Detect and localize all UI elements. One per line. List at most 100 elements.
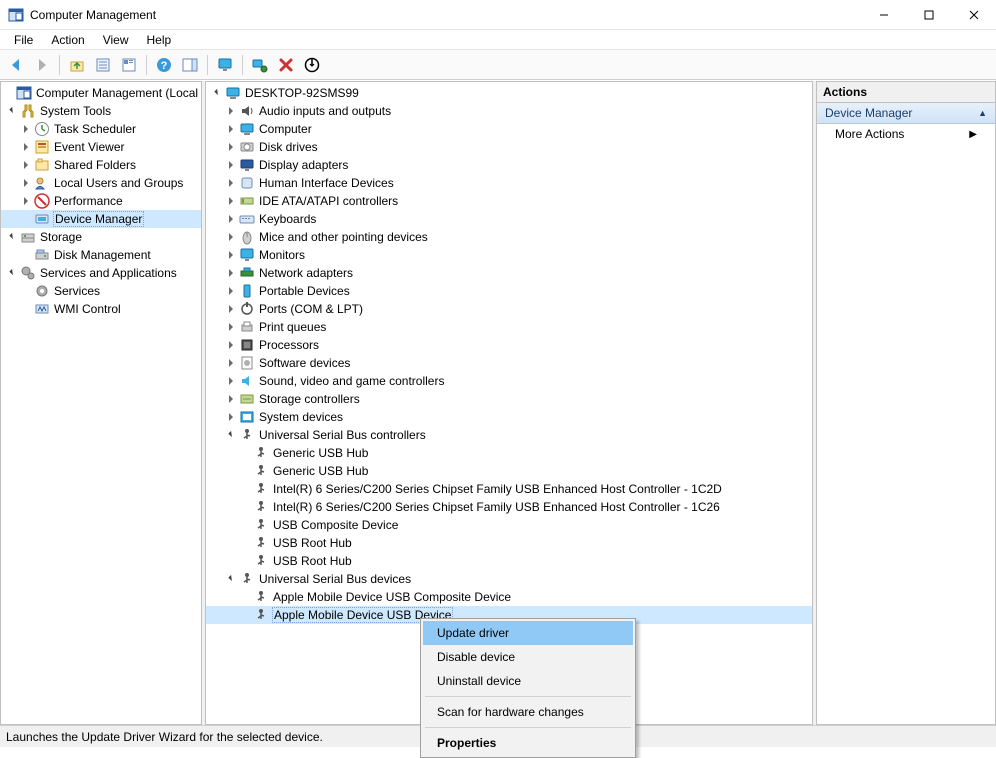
expander-icon[interactable]: [224, 284, 238, 298]
expander-icon[interactable]: [224, 320, 238, 334]
device-category-mice[interactable]: Mice and other pointing devices: [206, 228, 812, 246]
menu-file[interactable]: File: [6, 31, 41, 49]
list-button[interactable]: [117, 53, 141, 77]
device-item[interactable]: Generic USB Hub: [206, 462, 812, 480]
ctx-update-driver[interactable]: Update driver: [423, 621, 633, 645]
device-item[interactable]: Intel(R) 6 Series/C200 Series Chipset Fa…: [206, 498, 812, 516]
help-button[interactable]: [152, 53, 176, 77]
device-category-sound[interactable]: Sound, video and game controllers: [206, 372, 812, 390]
expander-icon[interactable]: [224, 248, 238, 262]
tree-item-services[interactable]: Services: [1, 282, 202, 300]
device-category-keyboards[interactable]: Keyboards: [206, 210, 812, 228]
expander-icon[interactable]: [224, 410, 238, 424]
maximize-button[interactable]: [906, 0, 951, 30]
device-category-storage-controllers[interactable]: Storage controllers: [206, 390, 812, 408]
device-category-software[interactable]: Software devices: [206, 354, 812, 372]
device-category-ports[interactable]: Ports (COM & LPT): [206, 300, 812, 318]
expander-icon[interactable]: [5, 104, 19, 118]
tree-item-wmi-control[interactable]: WMI Control: [1, 300, 202, 318]
monitor-button[interactable]: [213, 53, 237, 77]
device-category-print-queues[interactable]: Print queues: [206, 318, 812, 336]
expander-icon[interactable]: [224, 194, 238, 208]
tree-item-performance[interactable]: Performance: [1, 192, 202, 210]
device-item[interactable]: Generic USB Hub: [206, 444, 812, 462]
expander-icon[interactable]: [224, 104, 238, 118]
device-category-display[interactable]: Display adapters: [206, 156, 812, 174]
printer-icon: [239, 319, 255, 335]
tree-label: Services: [53, 284, 101, 298]
tree-item-event-viewer[interactable]: Event Viewer: [1, 138, 202, 156]
expander-icon[interactable]: [5, 266, 19, 280]
menu-help[interactable]: Help: [139, 31, 180, 49]
expander-icon[interactable]: [210, 86, 224, 100]
expander-icon[interactable]: [224, 374, 238, 388]
device-item[interactable]: USB Root Hub: [206, 534, 812, 552]
ctx-uninstall-device[interactable]: Uninstall device: [423, 669, 633, 693]
device-category-portable[interactable]: Portable Devices: [206, 282, 812, 300]
forward-button[interactable]: [30, 53, 54, 77]
device-root[interactable]: DESKTOP-92SMS99: [206, 84, 812, 102]
expander-icon[interactable]: [224, 122, 238, 136]
expander-icon[interactable]: [224, 392, 238, 406]
actions-section[interactable]: Device Manager ▲: [817, 103, 995, 124]
device-category-monitors[interactable]: Monitors: [206, 246, 812, 264]
device-category-usb-controllers[interactable]: Universal Serial Bus controllers: [206, 426, 812, 444]
tree-item-local-users[interactable]: Local Users and Groups: [1, 174, 202, 192]
device-category-disk[interactable]: Disk drives: [206, 138, 812, 156]
expander-icon[interactable]: [224, 302, 238, 316]
device-item[interactable]: Apple Mobile Device USB Composite Device: [206, 588, 812, 606]
properties-button[interactable]: [91, 53, 115, 77]
tree-item-root[interactable]: Computer Management (Local: [1, 84, 202, 102]
close-button[interactable]: [951, 0, 996, 30]
ctx-properties[interactable]: Properties: [423, 731, 633, 755]
tree-item-shared-folders[interactable]: Shared Folders: [1, 156, 202, 174]
tree-item-system-tools[interactable]: System Tools: [1, 102, 202, 120]
expander-icon[interactable]: [224, 266, 238, 280]
device-category-network[interactable]: Network adapters: [206, 264, 812, 282]
usb-icon: [253, 481, 269, 497]
expander-icon[interactable]: [19, 176, 33, 190]
expander-icon[interactable]: [5, 230, 19, 244]
device-category-hid[interactable]: Human Interface Devices: [206, 174, 812, 192]
show-pane-button[interactable]: [178, 53, 202, 77]
expander-icon[interactable]: [224, 176, 238, 190]
expander-icon[interactable]: [224, 338, 238, 352]
ctx-scan-hardware[interactable]: Scan for hardware changes: [423, 700, 633, 724]
device-item[interactable]: USB Root Hub: [206, 552, 812, 570]
expander-icon[interactable]: [19, 194, 33, 208]
ctx-disable-device[interactable]: Disable device: [423, 645, 633, 669]
up-button[interactable]: [65, 53, 89, 77]
enable-button[interactable]: [300, 53, 324, 77]
tree-item-device-manager[interactable]: Device Manager: [1, 210, 202, 228]
expander-icon[interactable]: [224, 356, 238, 370]
scan-button[interactable]: [248, 53, 272, 77]
expander-icon[interactable]: [224, 140, 238, 154]
tree-item-storage[interactable]: Storage: [1, 228, 202, 246]
tree-item-services-apps[interactable]: Services and Applications: [1, 264, 202, 282]
device-item[interactable]: Intel(R) 6 Series/C200 Series Chipset Fa…: [206, 480, 812, 498]
delete-button[interactable]: [274, 53, 298, 77]
menu-view[interactable]: View: [95, 31, 137, 49]
device-category-computer[interactable]: Computer: [206, 120, 812, 138]
expander-icon[interactable]: [19, 140, 33, 154]
device-category-system-devices[interactable]: System devices: [206, 408, 812, 426]
tree-item-disk-management[interactable]: Disk Management: [1, 246, 202, 264]
minimize-button[interactable]: [861, 0, 906, 30]
device-category-audio[interactable]: Audio inputs and outputs: [206, 102, 812, 120]
device-category-ide[interactable]: IDE ATA/ATAPI controllers: [206, 192, 812, 210]
tree-item-task-scheduler[interactable]: Task Scheduler: [1, 120, 202, 138]
expander-icon[interactable]: [224, 230, 238, 244]
more-actions-item[interactable]: More Actions ▶: [817, 124, 995, 144]
expander-icon[interactable]: [224, 428, 238, 442]
menu-action[interactable]: Action: [43, 31, 92, 49]
expander-icon[interactable]: [19, 122, 33, 136]
device-category-usb-devices[interactable]: Universal Serial Bus devices: [206, 570, 812, 588]
expander-icon[interactable]: [19, 158, 33, 172]
device-item[interactable]: USB Composite Device: [206, 516, 812, 534]
expander-icon[interactable]: [224, 572, 238, 586]
collapse-icon[interactable]: ▲: [978, 108, 987, 118]
expander-icon[interactable]: [224, 212, 238, 226]
back-button[interactable]: [4, 53, 28, 77]
device-category-processors[interactable]: Processors: [206, 336, 812, 354]
expander-icon[interactable]: [224, 158, 238, 172]
